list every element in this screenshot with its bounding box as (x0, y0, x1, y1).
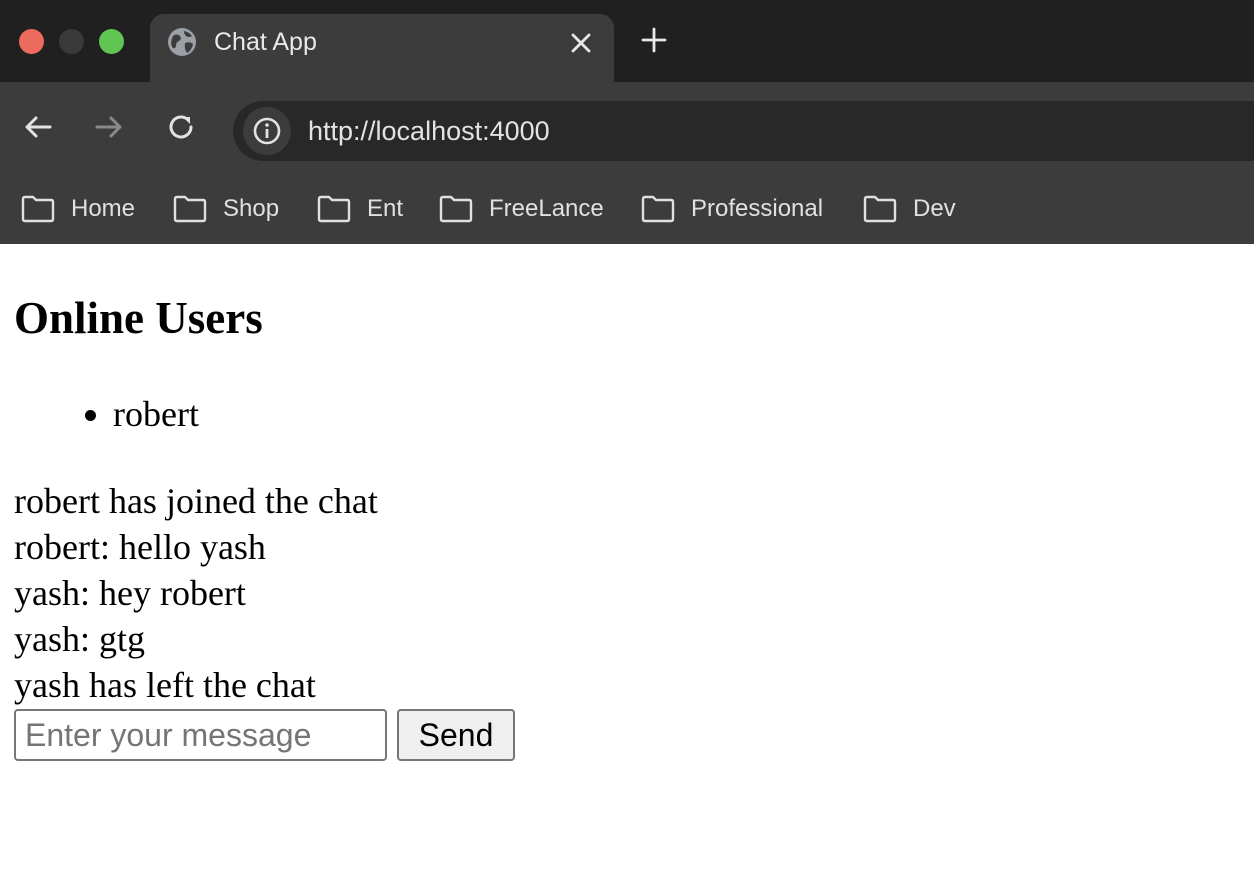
site-info-button[interactable] (243, 107, 291, 155)
globe-icon (168, 28, 196, 56)
bookmarks-bar: Home Shop Ent FreeLance Professional Dev (0, 174, 1254, 244)
bookmark-ent[interactable]: Ent (317, 194, 403, 224)
url-text: http://localhost:4000 (308, 116, 550, 146)
bookmark-label: FreeLance (489, 195, 604, 222)
browser-toolbar: http://localhost:4000 (0, 82, 1254, 174)
chat-message: robert: hello yash (14, 527, 266, 567)
list-item: robert (113, 392, 199, 436)
folder-icon (21, 195, 55, 223)
chat-message: yash: hey robert (14, 573, 246, 613)
info-icon (253, 117, 281, 145)
window-close-button[interactable] (19, 29, 44, 54)
bookmark-label: Ent (367, 195, 404, 222)
online-users-list: robert (0, 392, 199, 436)
page-title: Online Users (14, 293, 263, 343)
chat-message: yash: gtg (14, 619, 145, 659)
tab-title: Chat App (214, 28, 317, 56)
send-button[interactable]: Send (397, 709, 515, 761)
close-icon[interactable] (568, 30, 594, 56)
page-content: Online Users robert robert has joined th… (0, 244, 1254, 880)
window-minimize-button[interactable] (59, 29, 84, 54)
message-input[interactable] (14, 709, 387, 761)
forward-arrow-icon[interactable] (92, 110, 126, 144)
chat-message: yash has left the chat (14, 665, 316, 705)
new-tab-button[interactable] (640, 26, 668, 54)
bookmark-label: Professional (691, 195, 824, 222)
window-zoom-button[interactable] (99, 29, 124, 54)
bookmark-shop[interactable]: Shop (173, 194, 279, 224)
folder-icon (641, 195, 675, 223)
folder-icon (439, 195, 473, 223)
tab-chat-app[interactable]: Chat App (150, 14, 614, 82)
bookmark-label: Home (71, 195, 136, 222)
chat-message: robert has joined the chat (14, 481, 378, 521)
reload-icon[interactable] (164, 110, 198, 144)
tab-strip: Chat App (0, 0, 1254, 82)
back-arrow-icon[interactable] (21, 110, 55, 144)
folder-icon (173, 195, 207, 223)
browser-chrome: Chat App http://localhost:4000 Home Shop… (0, 0, 1254, 244)
bookmark-freelance[interactable]: FreeLance (439, 194, 604, 224)
bookmark-label: Shop (223, 195, 280, 222)
bookmark-dev[interactable]: Dev (863, 194, 956, 224)
message-log: robert has joined the chat robert: hello… (14, 478, 378, 708)
bookmark-home[interactable]: Home (21, 194, 135, 224)
address-bar[interactable]: http://localhost:4000 (233, 101, 1254, 161)
folder-icon (863, 195, 897, 223)
folder-icon (317, 195, 351, 223)
bookmark-professional[interactable]: Professional (641, 194, 823, 224)
bookmark-label: Dev (913, 195, 956, 222)
